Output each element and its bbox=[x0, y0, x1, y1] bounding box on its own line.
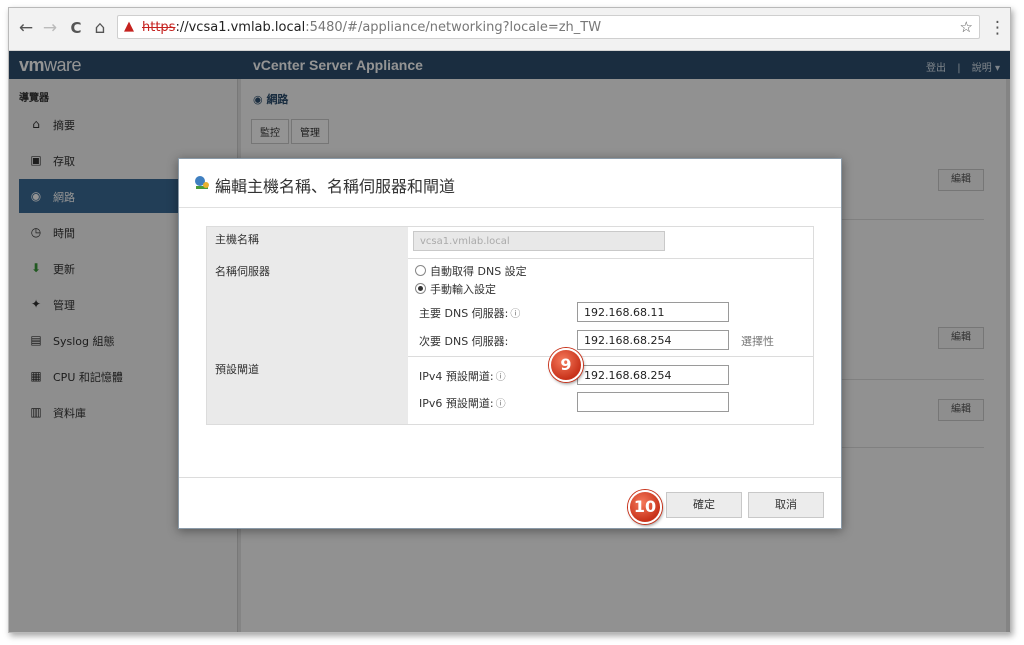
radio-unchecked[interactable] bbox=[415, 265, 426, 276]
radio-checked[interactable] bbox=[415, 283, 426, 294]
cancel-button[interactable]: 取消 bbox=[748, 492, 824, 518]
radio-manual-dns[interactable]: 手動輸入設定 bbox=[415, 281, 496, 297]
screenshot-frame: ← → C ⌂ ▲ https://vcsa1.vmlab.local:5480… bbox=[8, 7, 1011, 633]
row-divider bbox=[408, 258, 813, 259]
info-icon[interactable]: ⓘ bbox=[496, 372, 506, 383]
info-icon[interactable]: ⓘ bbox=[496, 399, 506, 410]
ipv4-gateway-label: IPv4 預設閘道: ⓘ bbox=[419, 370, 506, 383]
dialog-header: 編輯主機名稱、名稱伺服器和閘道 bbox=[179, 159, 841, 208]
form-label-column bbox=[207, 227, 408, 424]
optional-hint: 選擇性 bbox=[741, 335, 774, 348]
bookmark-star-icon[interactable]: ☆ bbox=[960, 18, 973, 36]
step-badge-10: 10 bbox=[628, 490, 662, 524]
primary-dns-input[interactable]: 192.168.68.11 bbox=[577, 302, 729, 322]
url-text: https://vcsa1.vmlab.local:5480/#/applian… bbox=[142, 20, 602, 35]
primary-dns-label: 主要 DNS 伺服器: ⓘ bbox=[419, 307, 521, 320]
secondary-dns-label: 次要 DNS 伺服器: bbox=[419, 335, 509, 348]
info-icon[interactable]: ⓘ bbox=[510, 309, 520, 320]
home-icon[interactable]: ⌂ bbox=[89, 17, 111, 39]
network-settings-form: 主機名稱 vcsa1.vmlab.local 名稱伺服器 自動取得 DNS 設定… bbox=[206, 226, 814, 425]
address-bar[interactable]: ▲ https://vcsa1.vmlab.local:5480/#/appli… bbox=[117, 15, 980, 39]
forward-icon[interactable]: → bbox=[39, 17, 61, 39]
warning-icon: ▲ bbox=[124, 19, 134, 34]
nameserver-label: 名稱伺服器 bbox=[215, 265, 270, 278]
back-icon[interactable]: ← bbox=[15, 17, 37, 39]
ipv6-gateway-input[interactable] bbox=[577, 392, 729, 412]
row-divider bbox=[408, 356, 813, 357]
dialog-title: 編輯主機名稱、名稱伺服器和閘道 bbox=[215, 177, 456, 196]
ipv6-gateway-label: IPv6 預設閘道: ⓘ bbox=[419, 397, 506, 410]
step-badge-9: 9 bbox=[549, 348, 583, 382]
hostname-field: vcsa1.vmlab.local bbox=[413, 231, 665, 251]
reload-icon[interactable]: C bbox=[65, 17, 87, 39]
ok-button[interactable]: 確定 bbox=[666, 492, 742, 518]
secondary-dns-input[interactable]: 192.168.68.254 bbox=[577, 330, 729, 350]
edit-network-dialog: 編輯主機名稱、名稱伺服器和閘道 主機名稱 vcsa1.vmlab.local 名… bbox=[178, 158, 842, 529]
gateway-label: 預設閘道 bbox=[215, 363, 259, 376]
dialog-footer: 10 確定 取消 bbox=[179, 477, 841, 529]
radio-auto-dns[interactable]: 自動取得 DNS 設定 bbox=[415, 263, 527, 279]
browser-menu-icon[interactable]: ⋮ bbox=[989, 18, 1006, 38]
browser-toolbar: ← → C ⌂ ▲ https://vcsa1.vmlab.local:5480… bbox=[9, 8, 1010, 51]
network-settings-icon bbox=[195, 176, 209, 189]
ipv4-gateway-input[interactable]: 192.168.68.254 bbox=[577, 365, 729, 385]
hostname-label: 主機名稱 bbox=[215, 233, 259, 246]
